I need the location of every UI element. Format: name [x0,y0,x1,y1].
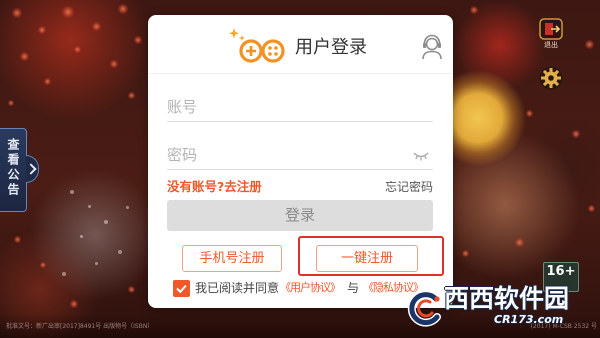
background-light [585,40,594,49]
background-snow [80,235,83,238]
exit-label: 退出 [544,41,558,49]
background-snow [126,206,129,209]
login-button[interactable]: 登录 [167,200,433,231]
background-light [38,26,46,34]
eye-off-icon[interactable] [413,151,429,161]
gear-icon [539,66,563,90]
background-snow [88,205,91,208]
announcement-tab-label: 查看公告 [6,138,20,198]
cr173-logo-icon [407,290,441,327]
background-light [12,8,22,18]
login-dialog: 用户登录 没有账号?去注册 忘记密码 登录 手机号注册 一键注册 我已阅读并同意… [148,15,453,308]
background-light [8,100,14,106]
announcement-tab[interactable]: 查看公告 [0,128,27,212]
agreement-checkbox[interactable] [173,280,190,297]
watermark-domain: CR173.com [494,313,564,326]
background-light [14,236,21,243]
game-controller-logo-icon [229,28,285,63]
exit-button[interactable]: 退出 [539,18,563,50]
background-snow [95,262,98,265]
account-input[interactable] [167,94,407,120]
chevron-right-icon [25,163,37,175]
watermark-name: 西西软件园 [444,284,570,313]
background-light [462,250,469,257]
footer-approval-text: 批准文号：新广出审[2017]8491号 出版物号（ISBN） [6,323,154,330]
quick-register-button[interactable]: 一键注册 [316,245,418,272]
background-light [70,300,78,308]
background-light [515,238,524,247]
customer-service-icon[interactable] [420,34,444,60]
background-light [128,92,135,99]
checkmark-icon [176,284,187,294]
background-snow [104,220,108,224]
agreement-prefix: 我已阅读并同意 [195,281,280,295]
background-light [44,78,51,85]
background-light [110,60,118,68]
account-field [167,94,433,122]
background-snow [70,190,74,194]
background-light [572,130,580,138]
background-light [470,6,478,14]
background-light [20,52,29,61]
forgot-password-link[interactable]: 忘记密码 [385,179,433,195]
background-light [62,6,74,18]
background-snow [62,272,66,276]
background-light [118,4,128,14]
age-rating-text: 16+ [546,264,576,279]
background-light [40,262,46,268]
agreement-conjunction: 与 [347,281,360,295]
user-agreement-link[interactable]: 《用户协议》 [280,281,341,295]
gear-button[interactable] [539,66,563,90]
password-field [167,142,433,170]
background-light [92,22,101,31]
password-input[interactable] [167,142,407,168]
background-light [128,286,135,293]
background-light [134,36,142,44]
dialog-title: 用户登录 [295,37,367,58]
register-link[interactable]: 没有账号?去注册 [167,179,262,195]
background-light [588,205,595,212]
background-light [74,46,81,53]
background-light [526,110,533,117]
phone-register-button[interactable]: 手机号注册 [182,245,282,272]
background-snow [118,250,122,254]
exit-icon [539,18,563,40]
header-divider [148,73,453,74]
